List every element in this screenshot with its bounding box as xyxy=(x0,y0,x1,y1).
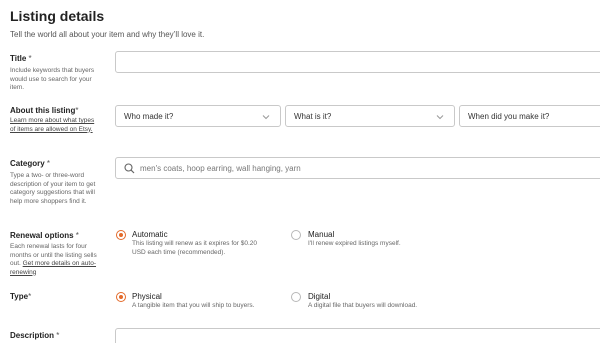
category-label: Category * xyxy=(10,159,51,168)
description-label: Description * xyxy=(10,331,60,340)
type-label: Type* xyxy=(10,292,32,301)
type-digital-title: Digital xyxy=(308,292,331,301)
about-help-link[interactable]: Learn more about what types of items are… xyxy=(10,117,94,133)
renewal-manual-radio[interactable] xyxy=(291,230,301,240)
renewal-manual-title: Manual xyxy=(308,230,335,239)
category-placeholder: men's coats, hoop earring, wall hanging,… xyxy=(140,164,301,173)
who-made-it-value: Who made it? xyxy=(124,112,174,121)
type-physical-radio[interactable] xyxy=(116,292,126,302)
renewal-automatic-desc: This listing will renew as it expires fo… xyxy=(132,240,257,256)
renewal-label: Renewal options * xyxy=(10,231,79,240)
title-label: Title * xyxy=(10,54,32,63)
page-title: Listing details xyxy=(10,8,105,24)
title-help: Include keywords that buyers would use t… xyxy=(10,67,95,91)
page-subtitle: Tell the world all about your item and w… xyxy=(10,30,205,39)
when-made-value: When did you make it? xyxy=(468,112,550,121)
auto-renew-link[interactable]: Get more details on auto-renewing xyxy=(10,260,96,276)
about-label: About this listing* xyxy=(10,106,79,115)
who-made-it-select[interactable]: Who made it? xyxy=(115,105,281,127)
what-is-it-value: What is it? xyxy=(294,112,332,121)
when-made-select[interactable]: When did you make it? xyxy=(459,105,600,127)
title-input[interactable] xyxy=(115,51,600,73)
category-search-input[interactable]: men's coats, hoop earring, wall hanging,… xyxy=(115,157,600,179)
type-digital-desc: A digital file that buyers will download… xyxy=(308,302,418,309)
category-help: Type a two- or three-word description of… xyxy=(10,172,96,205)
renewal-manual-desc: I'll renew expired listings myself. xyxy=(308,240,401,247)
renewal-automatic-title: Automatic xyxy=(132,230,168,239)
chevron-down-icon xyxy=(436,115,444,120)
renewal-help: Each renewal lasts for four months or un… xyxy=(10,243,97,276)
chevron-down-icon xyxy=(262,115,270,120)
search-icon xyxy=(124,163,135,174)
about-help: Learn more about what types of items are… xyxy=(10,117,100,134)
description-textarea[interactable] xyxy=(115,328,600,343)
type-physical-title: Physical xyxy=(132,292,162,301)
type-physical-desc: A tangible item that you will ship to bu… xyxy=(132,302,255,309)
renewal-automatic-radio[interactable] xyxy=(116,230,126,240)
what-is-it-select[interactable]: What is it? xyxy=(285,105,455,127)
type-digital-radio[interactable] xyxy=(291,292,301,302)
